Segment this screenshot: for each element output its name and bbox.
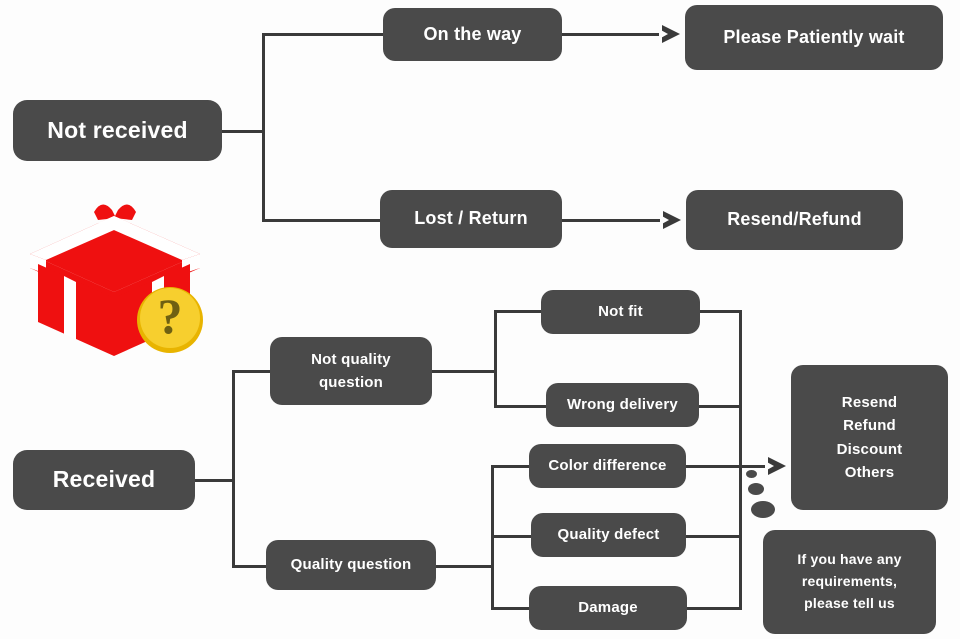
node-color-difference-label: Color difference — [548, 457, 667, 475]
resolution-option-discount: Discount — [836, 440, 903, 458]
node-please-patiently-wait-label: Please Patiently wait — [723, 26, 905, 47]
connector-not-received-to-bus — [222, 130, 263, 133]
connector-bus-to-lost-return — [262, 219, 382, 222]
gift-box-question-icon: ? — [24, 196, 204, 361]
callout-tail-dot-medium — [748, 483, 764, 495]
node-not-fit-label: Not fit — [598, 303, 643, 321]
node-received-label: Received — [52, 466, 156, 493]
node-on-the-way-label: On the way — [423, 23, 522, 44]
connector-subbus-to-quality-defect — [491, 535, 531, 538]
flowchart-canvas: Not received On the way Please Patiently… — [0, 0, 960, 639]
connector-not-quality-question-to-subbus — [432, 370, 495, 373]
connector-merge-to-resolution — [739, 465, 768, 468]
resolution-option-others: Others — [844, 463, 895, 481]
node-please-patiently-wait[interactable]: Please Patiently wait — [685, 5, 943, 70]
callout-tail-dot-large — [751, 501, 775, 518]
node-contact-us-callout[interactable]: If you have any requirements, please tel… — [763, 530, 936, 634]
connector-subbus-not-quality — [494, 310, 497, 406]
callout-line-3: please tell us — [804, 594, 895, 611]
resolution-option-resend: Resend — [841, 394, 898, 411]
node-wrong-delivery[interactable]: Wrong delivery — [546, 383, 699, 427]
arrowhead-resend-refund — [660, 211, 681, 229]
callout-line-2: requirements, — [801, 573, 898, 590]
node-not-quality-question-label-line1: Not quality — [311, 350, 391, 368]
connector-on-the-way-to-please-wait — [562, 33, 662, 36]
connector-bottom-bus — [232, 370, 235, 566]
node-color-difference[interactable]: Color difference — [529, 444, 686, 488]
connector-bus-to-on-the-way — [262, 33, 384, 36]
resolution-option-refund: Refund — [843, 417, 896, 435]
node-resend-refund[interactable]: Resend/Refund — [686, 190, 903, 250]
arrowhead-resolution — [765, 457, 786, 475]
node-not-quality-question-label-line2: question — [318, 374, 384, 391]
connector-received-to-bus — [195, 479, 233, 482]
node-not-received-label: Not received — [47, 116, 188, 143]
node-wrong-delivery-label: Wrong delivery — [567, 396, 678, 414]
connector-lost-return-to-resend-refund — [562, 219, 663, 222]
node-damage[interactable]: Damage — [529, 586, 687, 630]
svg-text:?: ? — [158, 288, 183, 344]
node-quality-defect[interactable]: Quality defect — [531, 513, 686, 557]
arrowhead-please-wait — [659, 25, 680, 43]
connector-wrong-delivery-to-merge — [699, 405, 740, 408]
node-not-received[interactable]: Not received — [13, 100, 222, 161]
node-quality-question[interactable]: Quality question — [266, 540, 436, 590]
callout-tail-dot-small — [746, 470, 757, 478]
connector-not-fit-to-merge — [700, 310, 740, 313]
connector-subbus-to-not-fit — [494, 310, 543, 313]
connector-subbus-to-wrong-delivery — [494, 405, 548, 408]
node-quality-defect-label: Quality defect — [557, 526, 660, 544]
node-not-quality-question[interactable]: Not quality question — [270, 337, 432, 405]
node-received[interactable]: Received — [13, 450, 195, 510]
connector-quality-question-to-subbus — [436, 565, 492, 568]
node-on-the-way[interactable]: On the way — [383, 8, 562, 61]
connector-merge-bus — [739, 310, 742, 610]
node-quality-question-label: Quality question — [290, 556, 412, 574]
node-damage-label: Damage — [578, 599, 638, 617]
connector-bus-to-quality-question — [232, 565, 268, 568]
connector-subbus-to-color-difference — [491, 465, 529, 468]
connector-top-bus — [262, 33, 265, 219]
connector-color-difference-to-merge — [686, 465, 740, 468]
node-lost-return-label: Lost / Return — [414, 208, 528, 229]
connector-quality-defect-to-merge — [686, 535, 740, 538]
callout-line-1: If you have any — [797, 551, 902, 568]
node-resolution-options[interactable]: Resend Refund Discount Others — [791, 365, 948, 510]
node-resend-refund-label: Resend/Refund — [727, 209, 862, 230]
node-lost-return[interactable]: Lost / Return — [380, 190, 562, 248]
node-not-fit[interactable]: Not fit — [541, 290, 700, 334]
connector-subbus-to-damage — [491, 607, 529, 610]
connector-bus-to-not-quality-question — [232, 370, 272, 373]
connector-damage-to-merge — [687, 607, 740, 610]
